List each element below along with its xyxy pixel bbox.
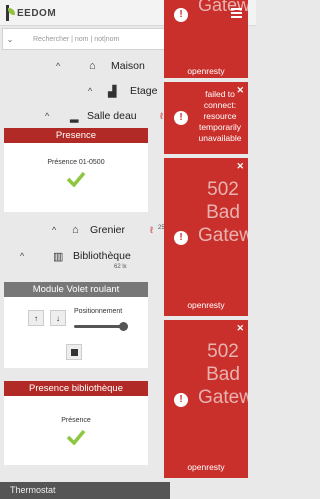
object-row-maison[interactable]: ^ ⌂ Maison <box>0 56 166 76</box>
error-toast-2[interactable]: ✕ ! failed to connect: resource temporar… <box>164 82 248 154</box>
error-toast-3[interactable]: ✕ ! 502 Bad Gateway openresty <box>164 158 248 316</box>
position-label: Positionnement <box>74 308 123 315</box>
slider-thumb[interactable] <box>118 322 128 331</box>
collapse-icon[interactable]: ^ <box>45 111 49 121</box>
lux-value: 62 lx <box>114 264 127 270</box>
volet-up-button[interactable]: ↑ <box>28 310 44 326</box>
search-input[interactable]: Rechercher | nom | not|nom <box>17 36 119 43</box>
object-name-salle[interactable]: Salle deau <box>87 110 137 122</box>
thermometer-icon: ℓ <box>150 225 153 235</box>
toast-title: 502 Bad Gateway <box>198 179 248 246</box>
alert-icon: ! <box>174 393 188 407</box>
thermometer-icon: ℓ <box>160 111 163 121</box>
object-name-etage[interactable]: Etage <box>130 85 157 97</box>
toast-footer: openresty <box>187 462 225 472</box>
presence-label: Présence <box>61 417 91 424</box>
object-name-maison[interactable]: Maison <box>111 60 145 72</box>
widget-title: Module Volet roulant <box>4 282 148 297</box>
collapse-icon[interactable]: ^ <box>88 86 92 96</box>
collapse-icon[interactable]: ^ <box>52 225 56 235</box>
object-row-etage[interactable]: ^ ▟ Etage <box>0 81 166 101</box>
presence-label: Présence 01-0500 <box>47 159 105 166</box>
search-bar[interactable]: ⌄ Rechercher | nom | not|nom <box>2 28 166 50</box>
thermostat-bar: Thermostat <box>0 482 170 499</box>
presence-widget: Presence Présence 01-0500 <box>4 128 148 212</box>
presence-biblio-widget: Presence bibliothèque Présence <box>4 381 148 465</box>
check-icon <box>66 429 86 445</box>
alert-icon: ! <box>174 111 188 125</box>
jeedom-logo[interactable]: EEDOM <box>4 3 56 23</box>
toast-footer: openresty <box>187 300 225 310</box>
widget-title: Presence <box>4 128 148 143</box>
collapse-icon[interactable]: ^ <box>20 251 24 261</box>
stairs-icon: ▟ <box>108 85 117 98</box>
object-name-grenier[interactable]: Grenier <box>90 224 125 236</box>
close-icon[interactable] <box>229 3 243 21</box>
object-name-bibliotheque[interactable]: Bibliothèque <box>73 250 131 262</box>
volet-down-button[interactable]: ↓ <box>50 310 66 326</box>
volet-widget: Module Volet roulant ↑ ↓ Positionnement <box>4 282 148 368</box>
chevron-down-icon[interactable]: ⌄ <box>3 35 17 44</box>
bottom-label: Thermostat <box>10 485 56 495</box>
bath-icon: ▂ <box>70 110 79 123</box>
toast-footer: openresty <box>187 66 225 76</box>
alert-icon: ! <box>174 8 188 22</box>
alert-icon: ! <box>174 231 188 245</box>
close-icon[interactable]: ✕ <box>236 323 244 334</box>
logo-icon <box>4 5 16 21</box>
logo-text: EEDOM <box>17 7 57 19</box>
books-icon: ▥ <box>53 250 64 263</box>
object-row-bibliotheque[interactable]: ^ ▥ Bibliothèque 62 lx <box>0 246 166 270</box>
collapse-icon[interactable]: ^ <box>56 61 60 71</box>
volet-stop-button[interactable] <box>66 344 82 360</box>
object-row-salle[interactable]: ^ ▂ Salle deau ℓ <box>0 106 166 126</box>
widget-title: Presence bibliothèque <box>4 381 148 396</box>
stop-icon <box>70 348 78 356</box>
toast-title: 502 Bad Gateway <box>198 341 248 408</box>
toast-message: failed to connect: resource temporarily … <box>198 89 242 143</box>
house-icon: ⌂ <box>72 224 79 236</box>
error-toast-4[interactable]: ✕ ! 502 Bad Gateway openresty <box>164 320 248 478</box>
check-icon <box>66 171 86 187</box>
close-icon[interactable]: ✕ <box>236 161 244 172</box>
house-icon: ⌂ <box>89 60 96 72</box>
object-row-grenier[interactable]: ^ ⌂ Grenier ℓ 25 <box>0 220 166 240</box>
